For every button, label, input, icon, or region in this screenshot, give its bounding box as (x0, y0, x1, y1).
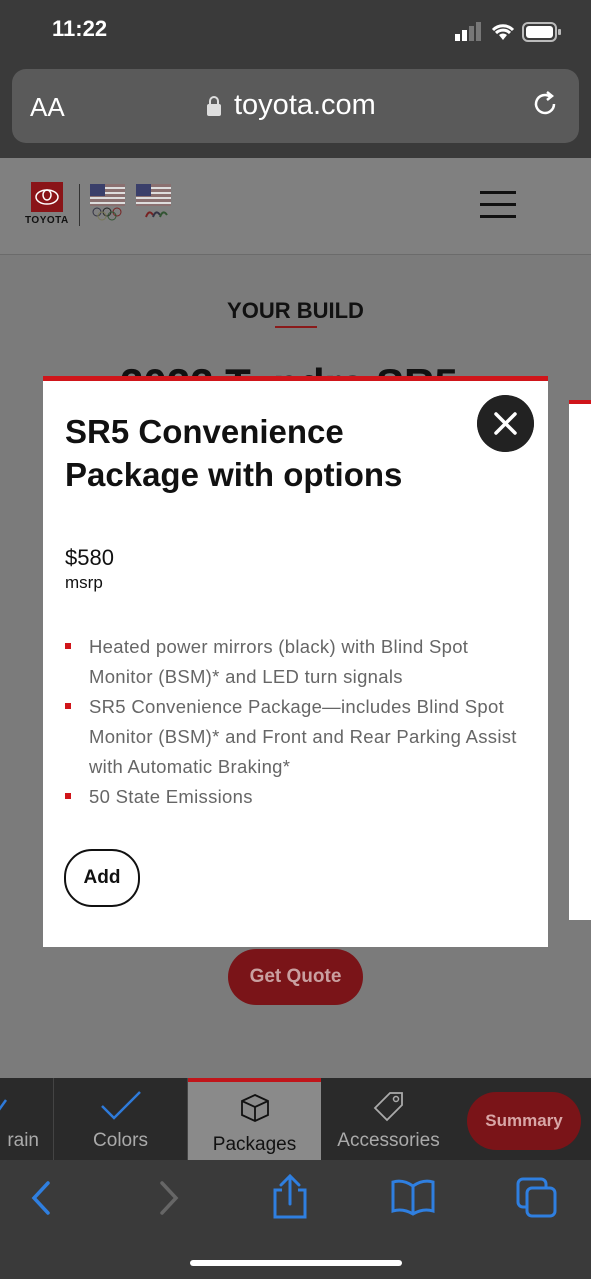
package-box-icon (241, 1094, 269, 1122)
bullet-icon (65, 793, 71, 799)
home-indicator (190, 1260, 402, 1266)
text-size-button[interactable]: AA (30, 92, 65, 123)
close-icon[interactable] (477, 395, 534, 452)
tabs-icon[interactable] (515, 1176, 559, 1220)
reload-icon[interactable] (532, 90, 560, 118)
bullet-icon (65, 643, 71, 649)
list-item: 50 State Emissions (65, 782, 535, 812)
add-package-button[interactable]: Add (64, 849, 140, 907)
checkmark-icon (0, 1099, 8, 1111)
menu-icon[interactable] (480, 191, 516, 221)
tab-colors[interactable]: Colors (54, 1078, 188, 1160)
back-icon[interactable] (28, 1180, 54, 1216)
feature-list: Heated power mirrors (black) with Blind … (65, 632, 535, 812)
url-text[interactable]: toyota.com (234, 89, 376, 122)
olympic-rings-icon (92, 207, 122, 221)
forward-icon[interactable] (156, 1180, 182, 1216)
heading-underline (275, 326, 317, 328)
share-icon[interactable] (270, 1174, 310, 1220)
bullet-icon (65, 703, 71, 709)
your-build-heading: YOUR BUILD (227, 298, 364, 323)
list-item: Heated power mirrors (black) with Blind … (65, 632, 535, 692)
status-time: 11:22 (52, 16, 108, 41)
get-quote-button[interactable]: Get Quote (228, 949, 363, 1005)
tab-drivetrain[interactable]: rain (0, 1078, 54, 1160)
us-flag-icon (90, 184, 125, 206)
modal-title: SR5 Convenience Package with options (65, 413, 403, 493)
summary-button[interactable]: Summary (467, 1092, 581, 1150)
battery-icon (522, 22, 561, 42)
paralympic-icon (145, 211, 168, 218)
tab-packages[interactable]: Packages (188, 1078, 321, 1164)
package-price: $580 (65, 545, 114, 570)
us-flag-icon (136, 184, 171, 206)
tag-icon (373, 1092, 403, 1122)
checkmark-icon (101, 1091, 141, 1120)
list-item: SR5 Convenience Package—includes Blind S… (65, 692, 535, 782)
header-divider (79, 184, 80, 226)
next-package-card[interactable] (569, 400, 591, 920)
bookmarks-icon[interactable] (390, 1178, 436, 1216)
tab-accessories[interactable]: Accessories (322, 1078, 455, 1160)
lock-icon (207, 96, 221, 116)
brand-wordmark: TOYOTA (25, 215, 69, 226)
wifi-icon (491, 24, 515, 40)
signal-icon (455, 22, 481, 41)
price-label: msrp (65, 573, 103, 592)
